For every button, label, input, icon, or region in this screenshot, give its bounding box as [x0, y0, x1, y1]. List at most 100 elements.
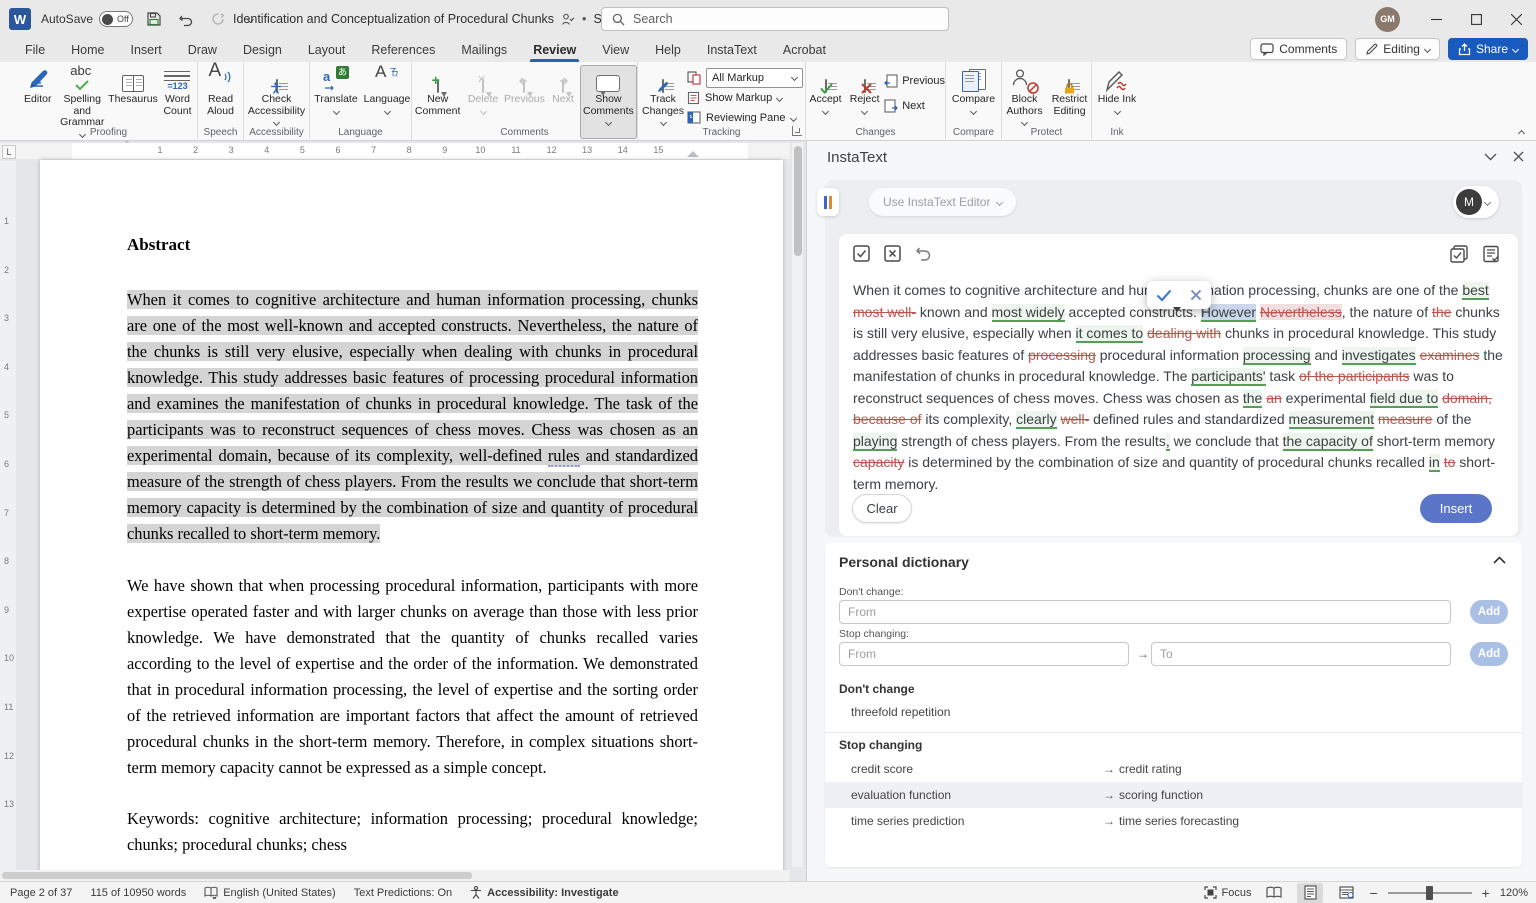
segment-ins[interactable]: the capacity of: [1283, 433, 1373, 451]
tab-draw[interactable]: Draw: [175, 40, 230, 62]
segment-ins[interactable]: in: [1429, 454, 1440, 472]
segment-del-sel[interactable]: Nevertheless: [1260, 304, 1342, 320]
dont-change-add-button[interactable]: Add: [1470, 600, 1508, 624]
stop-changing-row[interactable]: time series prediction→time series forec…: [825, 808, 1522, 834]
save-icon[interactable]: [143, 8, 165, 30]
tab-acrobat[interactable]: Acrobat: [770, 40, 839, 62]
zoom-slider[interactable]: [1388, 892, 1472, 894]
maximize-button[interactable]: [1456, 0, 1496, 38]
horizontal-ruler[interactable]: L 123456789101112131415: [0, 143, 790, 159]
segment-ins[interactable]: playing: [853, 433, 897, 451]
reject-all-changes-icon[interactable]: [884, 245, 901, 262]
segment-ins[interactable]: it comes to: [1076, 325, 1144, 343]
horizontal-scrollbar-thumb[interactable]: [2, 872, 472, 879]
tab-view[interactable]: View: [589, 40, 642, 62]
autosave-control[interactable]: AutoSave Off: [41, 11, 133, 27]
close-button[interactable]: [1496, 0, 1536, 38]
segment-ins[interactable]: investigates: [1342, 347, 1416, 365]
previous-change-button[interactable]: Previous: [884, 71, 945, 90]
show-markup-button[interactable]: Show Markup: [687, 89, 803, 106]
stop-changing-to-input[interactable]: [1151, 642, 1451, 666]
vertical-scrollbar-thumb[interactable]: [794, 146, 802, 256]
search-input[interactable]: Search: [601, 7, 949, 31]
web-layout-button[interactable]: [1333, 883, 1359, 903]
insert-button[interactable]: Insert: [1420, 494, 1492, 523]
segment-del[interactable]: most well-: [853, 304, 916, 320]
zoom-level[interactable]: 120%: [1500, 887, 1528, 899]
segment-ins[interactable]: clearly: [1016, 411, 1056, 429]
tab-file[interactable]: File: [12, 40, 58, 62]
abstract-paragraph-selected[interactable]: When it comes to cognitive architecture …: [127, 287, 698, 547]
tab-instatext[interactable]: InstaText: [694, 40, 770, 62]
copy-with-changes-icon[interactable]: [1450, 245, 1468, 263]
tab-home[interactable]: Home: [58, 40, 117, 62]
tab-help[interactable]: Help: [642, 40, 694, 62]
indent-marker-right[interactable]: [687, 151, 699, 157]
horizontal-scrollbar[interactable]: [0, 870, 790, 881]
indent-marker-left[interactable]: [121, 143, 133, 159]
focus-button[interactable]: Focus: [1204, 886, 1252, 899]
vertical-scrollbar[interactable]: [792, 143, 803, 867]
undo-icon[interactable]: [915, 245, 932, 262]
word-count-indicator[interactable]: 115 of 10950 words: [90, 887, 186, 899]
keywords-paragraph[interactable]: Keywords: cognitive architecture; inform…: [127, 806, 698, 858]
stop-changing-add-button[interactable]: Add: [1470, 642, 1508, 666]
tab-mailings[interactable]: Mailings: [448, 40, 520, 62]
segment-del[interactable]: measure: [1378, 411, 1432, 427]
segment-ins[interactable]: field due to: [1370, 390, 1439, 408]
tab-references[interactable]: References: [358, 40, 448, 62]
vertical-ruler[interactable]: 12345678910111213: [0, 161, 16, 881]
segment-del[interactable]: to: [1444, 454, 1456, 470]
document-page[interactable]: Abstract When it comes to cognitive arch…: [40, 160, 783, 881]
tab-layout[interactable]: Layout: [295, 40, 359, 62]
dont-change-item[interactable]: threefold repetition: [825, 700, 1522, 724]
zoom-in-button[interactable]: +: [1482, 885, 1490, 901]
segment-del[interactable]: of the participants: [1299, 368, 1410, 384]
read-mode-button[interactable]: [1261, 883, 1287, 903]
dont-change-from-input[interactable]: [839, 600, 1451, 624]
redo-icon[interactable]: [207, 8, 229, 30]
accept-suggestion-button[interactable]: [1156, 289, 1172, 302]
stop-changing-row[interactable]: credit score→credit rating: [825, 756, 1522, 782]
zoom-out-button[interactable]: −: [1369, 885, 1377, 901]
zoom-slider-thumb[interactable]: [1426, 886, 1433, 900]
account-chip[interactable]: M: [1453, 186, 1499, 218]
stop-changing-row[interactable]: evaluation function→scoring function: [825, 782, 1522, 808]
tab-review[interactable]: Review: [520, 40, 589, 62]
segment-ins[interactable]: processing: [1243, 347, 1311, 365]
segment-ins[interactable]: measurement: [1289, 411, 1375, 429]
segment-ins[interactable]: the: [1243, 390, 1262, 408]
segment-del[interactable]: examines: [1420, 347, 1480, 363]
markup-dropdown[interactable]: All Markup: [706, 68, 803, 88]
clear-button[interactable]: Clear: [852, 494, 912, 523]
segment-del[interactable]: well-: [1061, 411, 1090, 427]
print-layout-button[interactable]: [1297, 883, 1323, 903]
instatext-logo-icon[interactable]: [817, 188, 839, 216]
segment-ins[interactable]: best: [1462, 282, 1488, 300]
editing-mode-button[interactable]: Editing: [1355, 38, 1440, 60]
segment-del[interactable]: capacity: [853, 454, 904, 470]
suggestion-text[interactable]: When it comes to cognitive architecture …: [853, 280, 1504, 495]
undo-icon[interactable]: [175, 8, 197, 30]
segment-del[interactable]: the: [1432, 304, 1451, 320]
reject-suggestion-button[interactable]: [1190, 289, 1202, 301]
tab-insert[interactable]: Insert: [118, 40, 175, 62]
segment-ins[interactable]: most widely: [992, 304, 1065, 322]
panel-collapse-icon[interactable]: [1484, 153, 1497, 161]
segment-del[interactable]: processing: [1028, 347, 1096, 363]
segment-ins[interactable]: participants': [1191, 368, 1265, 386]
accept-all-changes-icon[interactable]: [853, 245, 870, 262]
accessibility-status[interactable]: Accessibility: Investigate: [470, 886, 618, 899]
tab-design[interactable]: Design: [230, 40, 295, 62]
reviewing-pane-button[interactable]: Reviewing Pane: [687, 109, 803, 126]
segment-del[interactable]: an: [1266, 390, 1282, 406]
stop-changing-from-input[interactable]: [839, 642, 1129, 666]
text-predictions-indicator[interactable]: Text Predictions: On: [354, 887, 452, 899]
autosave-toggle[interactable]: Off: [99, 11, 133, 27]
page-indicator[interactable]: Page 2 of 37: [10, 887, 72, 899]
tab-stop-selector[interactable]: L: [2, 145, 16, 159]
next-change-button[interactable]: Next: [884, 96, 945, 115]
use-instatext-editor-button[interactable]: Use InstaText Editor: [869, 188, 1016, 216]
panel-close-icon[interactable]: [1513, 151, 1524, 162]
proofing-status[interactable]: English (United States): [204, 886, 336, 899]
